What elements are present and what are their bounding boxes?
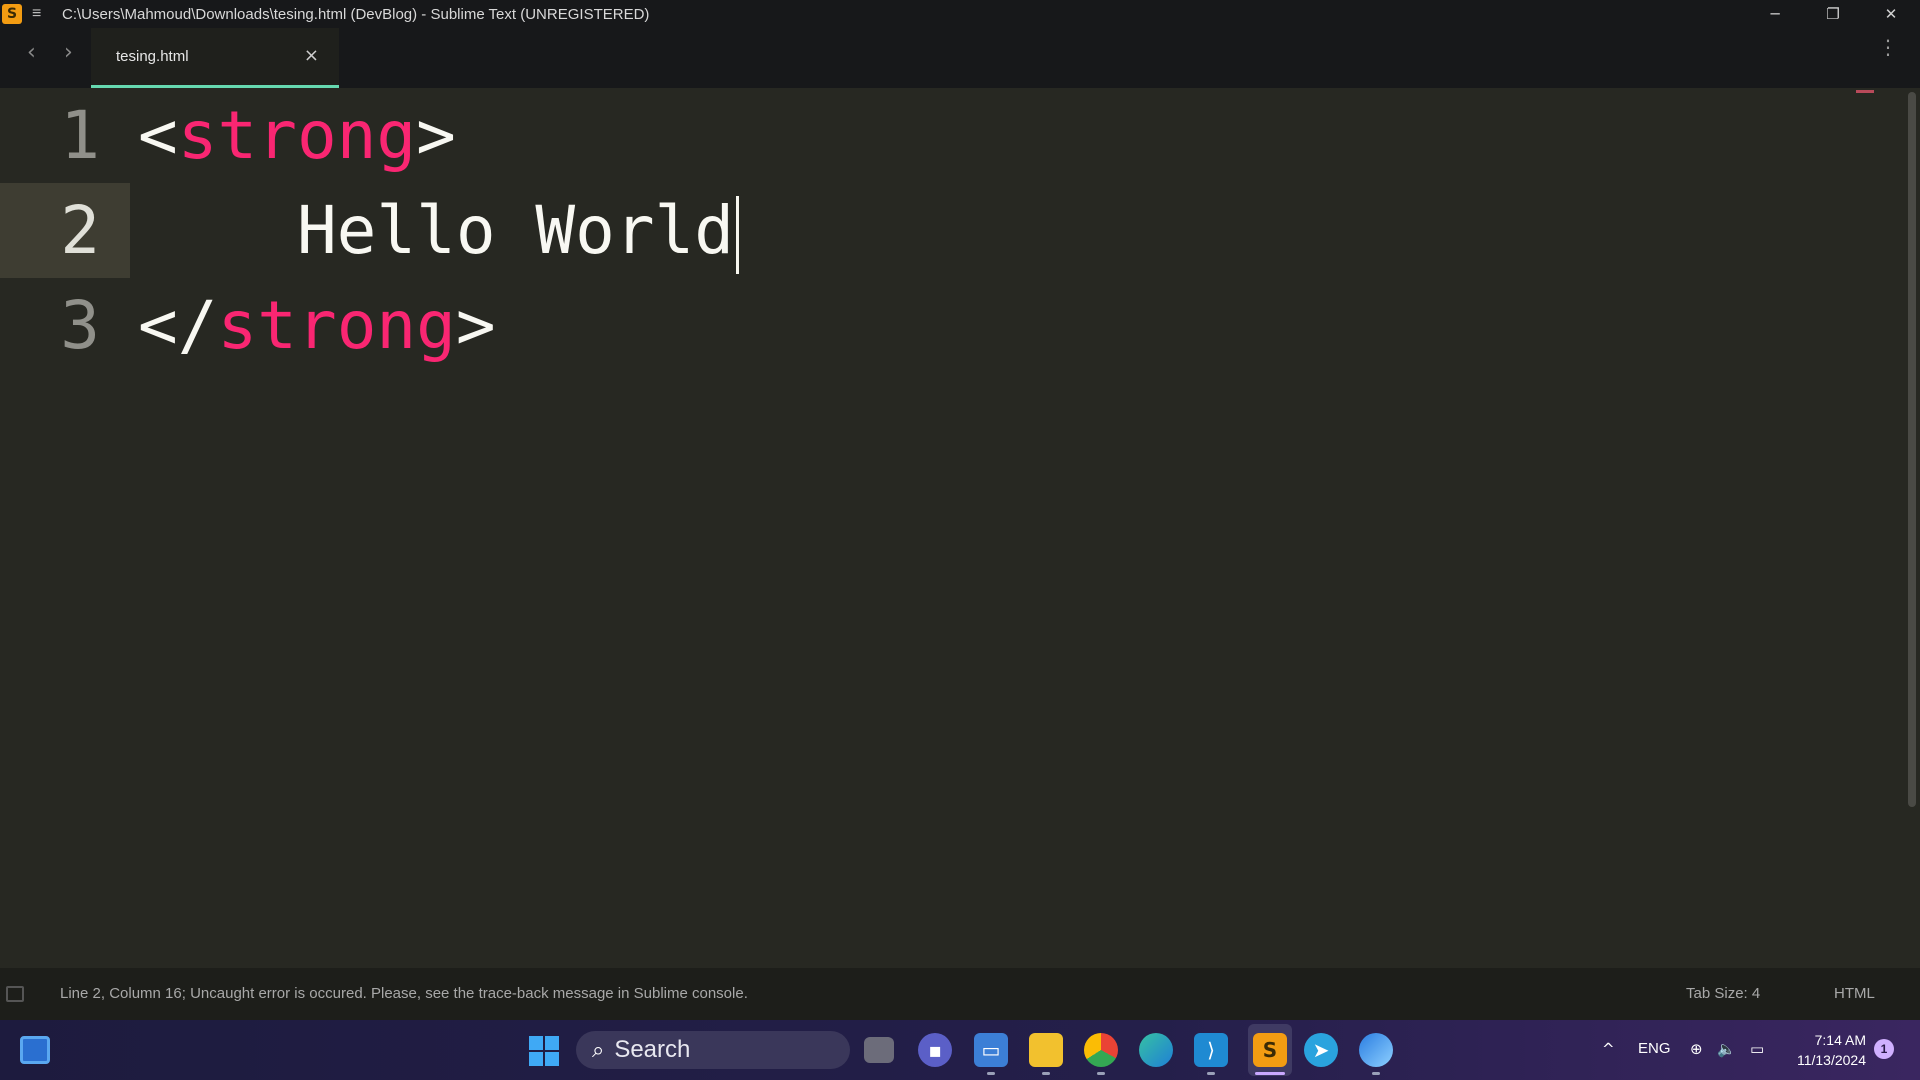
chrome-icon[interactable] (1084, 1033, 1118, 1067)
search-label: Search (614, 1036, 691, 1063)
running-indicator (1372, 1072, 1380, 1075)
syntax-indicator[interactable]: HTML (1834, 985, 1875, 1002)
start-tile (545, 1036, 559, 1050)
tag-name: strong (177, 97, 417, 174)
status-message: Line 2, Column 16; Uncaught error is occ… (60, 985, 748, 1002)
tag-name: strong (217, 287, 456, 364)
widgets-icon[interactable] (20, 1036, 50, 1064)
close-window-button[interactable]: ✕ (1862, 0, 1920, 28)
start-button[interactable] (529, 1036, 559, 1066)
hamburger-menu-icon[interactable]: ≡ (32, 5, 46, 23)
code-line: 3 </strong> (0, 278, 1900, 373)
running-indicator (1207, 1072, 1215, 1075)
open-bracket: </ (138, 287, 218, 364)
running-indicator (987, 1072, 995, 1075)
tab-tesing-html[interactable]: tesing.html × (91, 28, 339, 88)
running-indicator (1097, 1072, 1105, 1075)
notification-badge[interactable]: 1 (1874, 1039, 1894, 1059)
task-view-icon[interactable] (864, 1037, 894, 1063)
more-options-icon[interactable]: ⋮ (1878, 37, 1898, 57)
code-editor[interactable]: 1 <strong> 2 Hello World 3 </strong> (0, 88, 1920, 968)
clock-time: 7:14 AM (1814, 1032, 1866, 1048)
line-number: 1 (60, 97, 100, 174)
window-title: C:\Users\Mahmoud\Downloads\tesing.html (… (62, 5, 650, 23)
forward-arrow-icon[interactable]: › (64, 40, 73, 65)
minimize-button[interactable]: ─ (1746, 0, 1804, 28)
clock-date: 11/13/2024 (1796, 1052, 1866, 1068)
close-bracket: > (416, 97, 456, 174)
line-content: <strong> (138, 88, 456, 183)
volume-icon[interactable]: 🔈 (1717, 1040, 1736, 1058)
tab-label: tesing.html (116, 48, 189, 65)
search-icon: ⌕ (592, 1037, 605, 1063)
file-explorer-icon[interactable] (1029, 1033, 1063, 1067)
status-bar: Line 2, Column 16; Uncaught error is occ… (0, 968, 1920, 1020)
title-bar: S ≡ C:\Users\Mahmoud\Downloads\tesing.ht… (0, 0, 1920, 28)
window-controls: ─ ❐ ✕ (1746, 0, 1920, 28)
start-tile (545, 1052, 559, 1066)
start-tile (529, 1052, 543, 1066)
text-cursor (736, 195, 740, 274)
tab-close-icon[interactable]: × (304, 45, 319, 66)
active-indicator (1255, 1072, 1285, 1075)
teams-chat-icon[interactable]: ▪ (918, 1033, 952, 1067)
maximize-button[interactable]: ❐ (1804, 0, 1862, 28)
close-bracket: > (455, 287, 496, 364)
windows-taskbar: ⌕ Search ▪ ▭ ⟩ S ➤ ^ ENG ⊕ 🔈 ▭ 7:14 AM 1… (0, 1020, 1920, 1080)
running-indicator (1042, 1072, 1050, 1075)
sublime-text-taskbar-icon[interactable]: S (1253, 1033, 1287, 1067)
vscode-icon[interactable]: ⟩ (1194, 1033, 1228, 1067)
text-content: Hello World (138, 192, 735, 269)
network-icon[interactable]: ⊕ (1690, 1040, 1703, 1058)
panel-toggle-icon[interactable] (6, 986, 24, 1002)
telegram-icon[interactable]: ➤ (1304, 1033, 1338, 1067)
line-number: 2 (0, 183, 130, 278)
sublime-text-icon[interactable]: S (2, 4, 22, 24)
start-tile (529, 1036, 543, 1050)
firefox-icon[interactable] (1359, 1033, 1393, 1067)
current-code-line: 2 Hello World (0, 183, 1900, 278)
open-bracket: < (138, 97, 178, 174)
remote-desktop-icon[interactable]: ▭ (974, 1033, 1008, 1067)
language-indicator[interactable]: ENG (1638, 1040, 1671, 1057)
line-content: Hello World (138, 183, 740, 278)
taskbar-search[interactable]: ⌕ Search (576, 1031, 850, 1069)
system-clock[interactable]: 7:14 AM 11/13/2024 (1786, 1030, 1866, 1070)
line-content: </strong> (138, 278, 496, 373)
minimap-marker (1856, 90, 1874, 93)
line-number: 3 (60, 287, 100, 364)
vertical-scrollbar[interactable] (1908, 92, 1916, 807)
battery-icon[interactable]: ▭ (1750, 1040, 1764, 1058)
tray-chevron-icon[interactable]: ^ (1602, 1040, 1615, 1058)
edge-icon[interactable] (1139, 1033, 1173, 1067)
tab-size-indicator[interactable]: Tab Size: 4 (1686, 985, 1760, 1002)
code-line: 1 <strong> (0, 88, 1900, 183)
tab-bar: ‹ › tesing.html × ⋮ (0, 28, 1920, 88)
back-arrow-icon[interactable]: ‹ (27, 40, 36, 65)
